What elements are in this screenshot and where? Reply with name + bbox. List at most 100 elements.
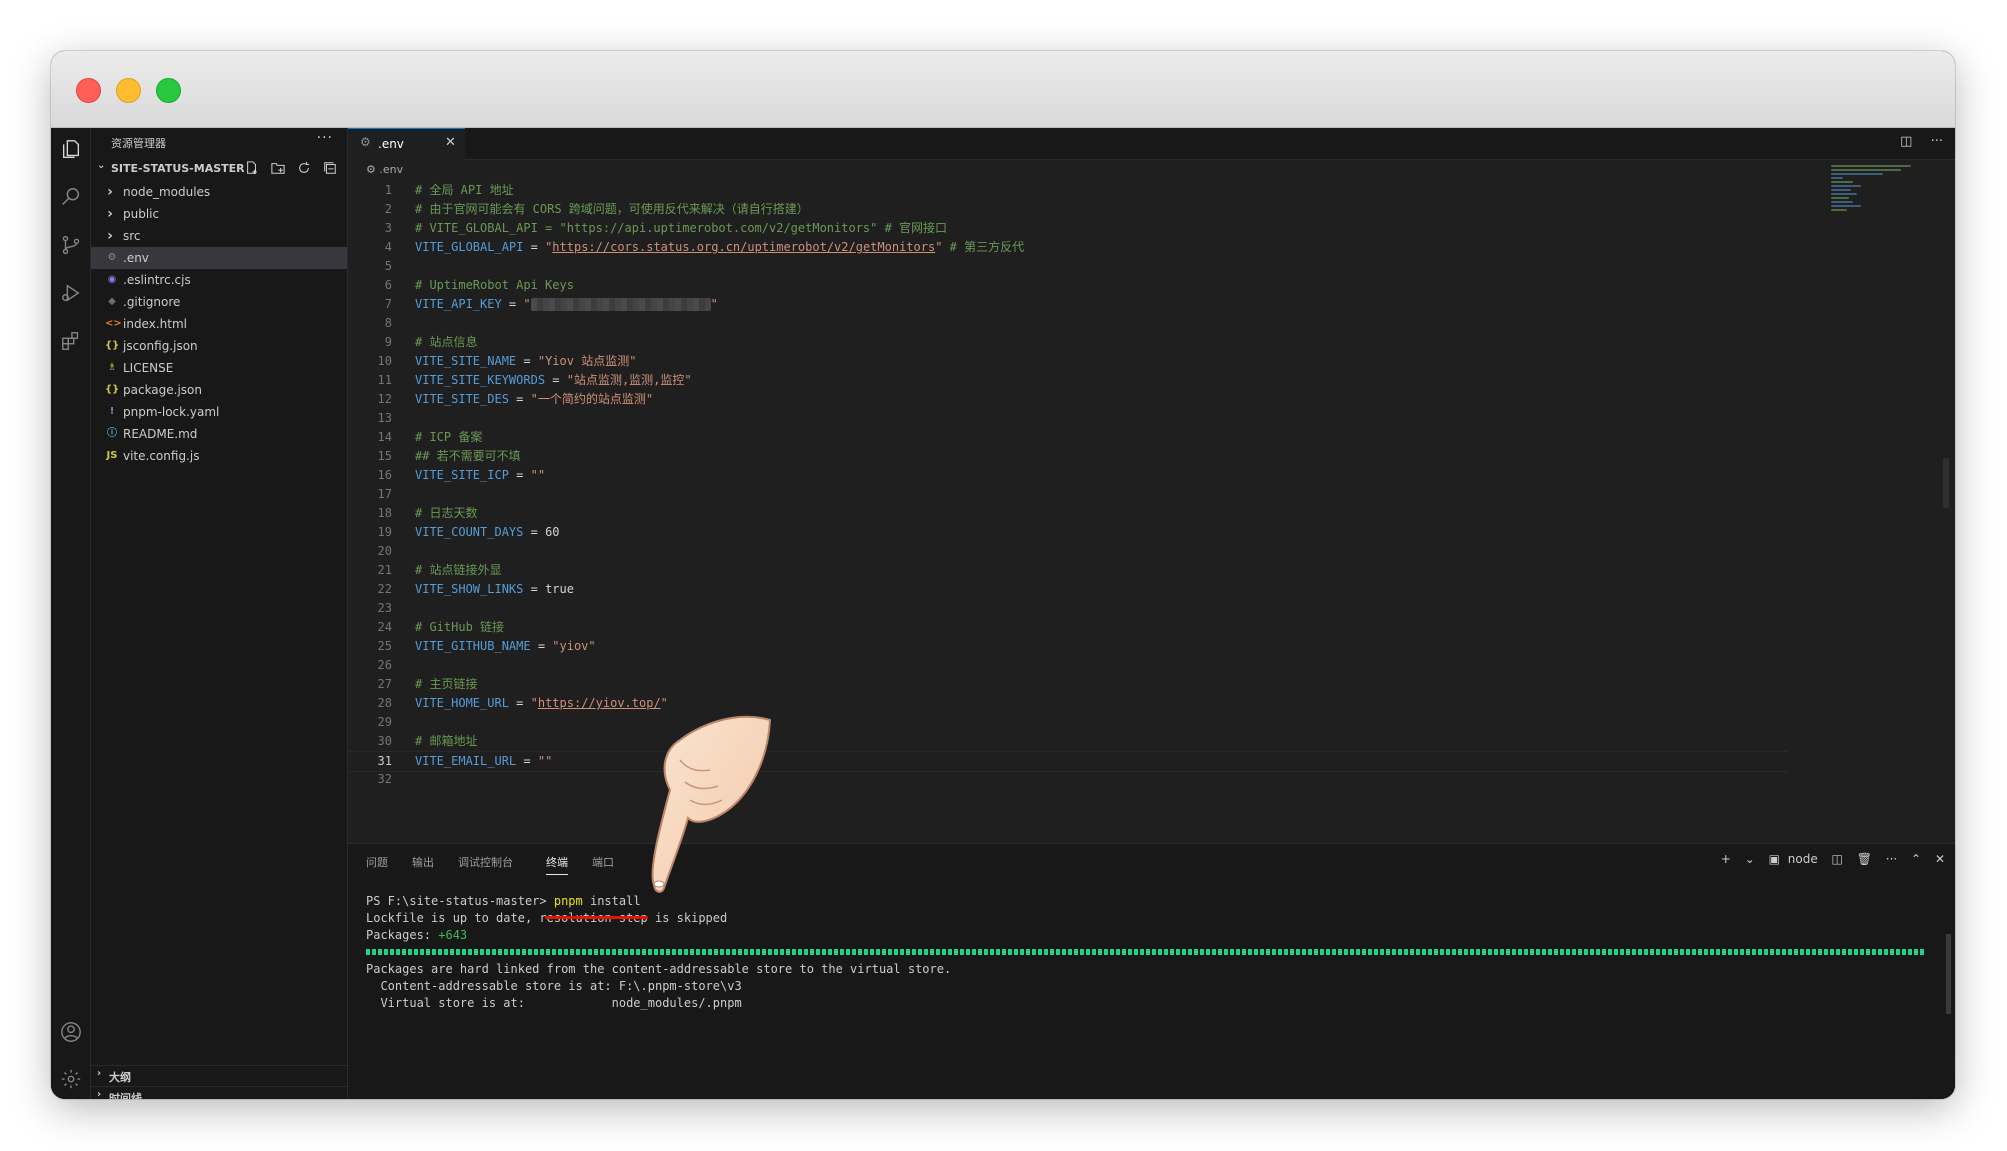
refresh-icon[interactable]	[297, 161, 313, 177]
code-line[interactable]: 23	[348, 599, 1788, 618]
code-line[interactable]: 21 # 站点链接外显	[348, 561, 1788, 580]
tree-item[interactable]: ! pnpm-lock.yaml	[91, 401, 347, 423]
code-token: ""	[530, 468, 546, 482]
code-line[interactable]: 19 VITE_COUNT_DAYS = 60	[348, 523, 1788, 542]
tree-item[interactable]: › node_modules	[91, 181, 347, 203]
tree-item[interactable]: › src	[91, 225, 347, 247]
panel-more-icon[interactable]: ···	[1886, 852, 1897, 866]
tree-item[interactable]: ⚙ .env	[91, 247, 347, 269]
tab-output[interactable]: 输出	[412, 854, 434, 870]
account-icon[interactable]	[60, 1021, 82, 1043]
tree-item[interactable]: ◉ .eslintrc.cjs	[91, 269, 347, 291]
code-line[interactable]: 26	[348, 656, 1788, 675]
tree-item[interactable]: ⓘ README.md	[91, 423, 347, 445]
code-line[interactable]: 2 # 由于官网可能会有 CORS 跨域问题，可使用反代来解决（请自行搭建）	[348, 200, 1788, 219]
new-file-icon[interactable]	[245, 161, 261, 177]
settings-gear-icon[interactable]	[60, 1068, 82, 1090]
code-token: VITE_SITE_DES	[415, 392, 509, 406]
code-token: # 站点信息	[415, 335, 478, 349]
chevron-down-icon[interactable]: ⌄	[1745, 852, 1755, 866]
add-terminal-icon[interactable]: +	[1721, 852, 1731, 866]
maximize-panel-icon[interactable]: ⌃	[1911, 852, 1921, 866]
project-header[interactable]: ⌄ SITE-STATUS-MASTER	[95, 159, 347, 179]
code-text: VITE_HOME_URL = "https://yiov.top/"	[415, 694, 668, 713]
code-line[interactable]: 31 VITE_EMAIL_URL = ""	[348, 751, 1788, 772]
minimap[interactable]	[1831, 165, 1921, 235]
tree-item[interactable]: <> index.html	[91, 313, 347, 335]
collapse-all-icon[interactable]	[323, 161, 339, 177]
chevron-right-icon: ›	[107, 206, 113, 222]
minimize-window-button[interactable]	[116, 78, 141, 103]
code-line[interactable]: 16 VITE_SITE_ICP = ""	[348, 466, 1788, 485]
timeline-section[interactable]: › 时间线	[91, 1086, 347, 1099]
explorer-icon[interactable]	[60, 138, 82, 160]
close-window-button[interactable]	[76, 78, 101, 103]
code-line[interactable]: 29	[348, 713, 1788, 732]
close-tab-icon[interactable]: ✕	[445, 135, 456, 150]
code-line[interactable]: 9 # 站点信息	[348, 333, 1788, 352]
run-debug-icon[interactable]	[60, 282, 82, 304]
code-line[interactable]: 24 # GitHub 链接	[348, 618, 1788, 637]
terminal-shell-label[interactable]: node	[1788, 852, 1818, 866]
code-line[interactable]: 22 VITE_SHOW_LINKS = true	[348, 580, 1788, 599]
tree-item-label: .env	[123, 251, 149, 265]
zoom-window-button[interactable]	[156, 78, 181, 103]
tree-item[interactable]: ◆ .gitignore	[91, 291, 347, 313]
tab-env[interactable]: ⚙ .env ✕	[348, 128, 465, 160]
code-line[interactable]: 4 VITE_GLOBAL_API = "https://cors.status.…	[348, 238, 1788, 257]
code-line[interactable]: 10 VITE_SITE_NAME = "Yiov 站点监测"	[348, 352, 1788, 371]
tab-ports[interactable]: 端口	[592, 854, 614, 870]
code-line[interactable]: 15 ## 若不需要可不填	[348, 447, 1788, 466]
code-line[interactable]: 30 # 邮箱地址	[348, 732, 1788, 751]
line-number: 5	[384, 259, 392, 273]
panel-actions: + ⌄ ▣ node ◫ 🗑 ··· ⌃ ✕	[1711, 852, 1945, 866]
code-line[interactable]: 28 VITE_HOME_URL = "https://yiov.top/"	[348, 694, 1788, 713]
code-line[interactable]: 20	[348, 542, 1788, 561]
split-terminal-icon[interactable]: ◫	[1832, 852, 1843, 866]
tree-item[interactable]: › public	[91, 203, 347, 225]
code-token: VITE_SITE_KEYWORDS	[415, 373, 546, 387]
code-line[interactable]: 25 VITE_GITHUB_NAME = "yiov"	[348, 637, 1788, 656]
code-line[interactable]: 18 # 日志天数	[348, 504, 1788, 523]
extensions-icon[interactable]	[60, 330, 82, 352]
code-line[interactable]: 5	[348, 257, 1788, 276]
code-token: VITE_GLOBAL_API	[415, 240, 524, 254]
close-panel-icon[interactable]: ✕	[1935, 852, 1945, 866]
code-line[interactable]: 14 # ICP 备案	[348, 428, 1788, 447]
code-line[interactable]: 11 VITE_SITE_KEYWORDS = "站点监测,监测,监控"	[348, 371, 1788, 390]
code-text: # 站点信息	[415, 333, 477, 352]
tree-item[interactable]: ♗ LICENSE	[91, 357, 347, 379]
code-token: =	[545, 373, 567, 387]
tree-item[interactable]: JS vite.config.js	[91, 445, 347, 467]
code-line[interactable]: 12 VITE_SITE_DES = "一个简约的站点监测"	[348, 390, 1788, 409]
split-editor-icon[interactable]: ◫	[1900, 134, 1912, 149]
code-line[interactable]: 3 # VITE_GLOBAL_API = "https://api.uptime…	[348, 219, 1788, 238]
git-icon: ◆	[108, 296, 116, 307]
outline-section[interactable]: › 大纲	[91, 1065, 347, 1086]
code-line[interactable]: 8	[348, 314, 1788, 333]
tree-item[interactable]: {} jsconfig.json	[91, 335, 347, 357]
trash-icon[interactable]: 🗑	[1857, 852, 1872, 866]
window-titlebar	[51, 51, 1955, 128]
tab-problems[interactable]: 问题	[366, 854, 388, 870]
new-folder-icon[interactable]	[271, 161, 287, 177]
code-line[interactable]: 7 VITE_API_KEY = " "	[348, 295, 1788, 314]
explorer-more-icon[interactable]: ···	[317, 130, 333, 146]
editor-more-icon[interactable]: ···	[1931, 134, 1943, 149]
code-line[interactable]: 1 # 全局 API 地址	[348, 181, 1788, 200]
code-text: VITE_SHOW_LINKS = true	[415, 580, 574, 599]
terminal-scrollbar[interactable]	[1946, 934, 1951, 1014]
source-control-icon[interactable]	[60, 234, 82, 256]
code-line[interactable]: 32	[348, 770, 1788, 789]
code-text: # 日志天数	[415, 504, 477, 523]
search-icon[interactable]	[60, 186, 82, 208]
editor-scrollbar[interactable]	[1943, 458, 1949, 508]
code-line[interactable]: 13	[348, 409, 1788, 428]
code-line[interactable]: 6 # UptimeRobot Api Keys	[348, 276, 1788, 295]
code-line[interactable]: 27 # 主页链接	[348, 675, 1788, 694]
tree-item[interactable]: {} package.json	[91, 379, 347, 401]
tab-debug-console[interactable]: 调试控制台	[458, 854, 513, 870]
breadcrumb[interactable]: ⚙ .env	[366, 163, 403, 176]
tab-terminal[interactable]: 终端	[546, 854, 568, 875]
code-line[interactable]: 17	[348, 485, 1788, 504]
